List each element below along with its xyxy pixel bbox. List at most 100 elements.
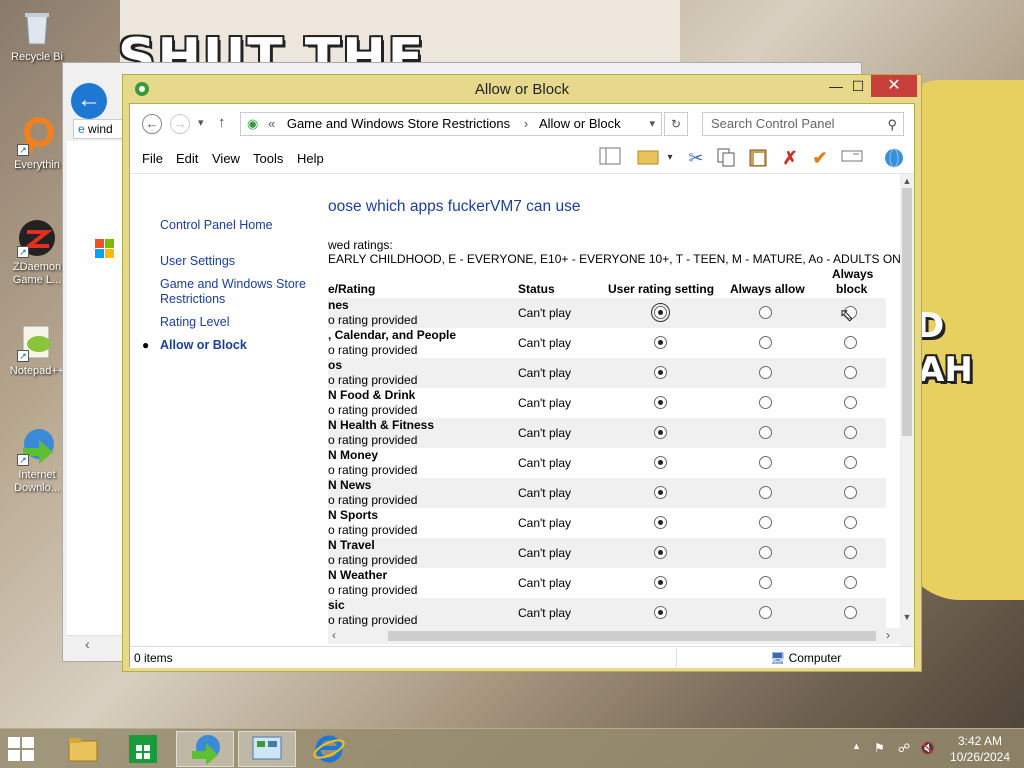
menu-view[interactable]: View [212,151,240,166]
radio-always-block[interactable] [844,516,857,529]
back-button[interactable]: ← [142,114,162,134]
radio-always-allow[interactable] [759,456,772,469]
radio-user-rating-setting[interactable] [654,426,667,439]
radio-always-allow[interactable] [759,426,772,439]
column-header-name[interactable]: e/Rating [328,282,375,296]
desktop-icon-everything[interactable]: ↗ Everythin [4,116,70,172]
column-header-user-rating[interactable]: User rating setting [608,282,714,296]
search-input[interactable]: Search Control Panel ⚲ [702,112,904,136]
address-dropdown[interactable]: ▾ [649,113,655,135]
globe-icon[interactable] [882,147,906,169]
radio-always-block[interactable] [844,336,857,349]
desktop-icon-zdaemon[interactable]: ↗ ZDaemon Game L... [4,218,70,287]
maximize-button[interactable]: ☐ [845,75,871,97]
browser-hscroll-left[interactable]: ‹ [67,635,127,653]
folder-options-icon[interactable] [636,147,660,169]
vertical-scroll-thumb[interactable] [902,188,912,436]
properties-check-icon[interactable]: ✔ [808,147,832,169]
scroll-up-arrow[interactable]: ▲ [900,176,914,186]
radio-user-rating-setting[interactable] [654,576,667,589]
delete-icon[interactable]: ✗ [778,147,802,169]
paste-icon[interactable] [746,147,770,169]
taskbar-clock[interactable]: 3:42 AM 10/26/2024 [944,733,1016,765]
forward-button[interactable]: → [170,114,190,134]
scroll-down-arrow[interactable]: ▼ [900,612,914,622]
radio-always-allow[interactable] [759,396,772,409]
radio-user-rating-setting[interactable] [654,336,667,349]
radio-always-allow[interactable] [759,486,772,499]
radio-user-rating-setting[interactable] [654,546,667,559]
radio-user-rating-setting[interactable] [654,516,667,529]
show-hidden-icons-button[interactable]: ▲ [852,741,861,751]
action-center-flag-icon[interactable]: ⚑ [874,741,885,755]
refresh-button[interactable]: ↻ [664,112,688,136]
menu-edit[interactable]: Edit [176,151,198,166]
cut-icon[interactable]: ✂ [684,147,708,169]
up-button[interactable]: ↑ [218,114,226,131]
radio-always-allow[interactable] [759,366,772,379]
horizontal-scrollbar[interactable]: ‹ › [328,628,900,644]
radio-always-allow[interactable] [759,576,772,589]
view-options-dropdown[interactable]: ▾ [658,147,682,169]
link-user-settings[interactable]: User Settings [160,254,235,269]
radio-user-rating-setting[interactable] [654,456,667,469]
radio-always-block[interactable] [844,366,857,379]
radio-user-rating-setting[interactable] [654,366,667,379]
desktop-icon-notepadpp[interactable]: ↗ Notepad++ [4,322,70,378]
menu-tools[interactable]: Tools [253,151,283,166]
column-header-always-block[interactable]: Always [832,267,873,281]
radio-always-allow[interactable] [759,306,772,319]
taskbar-internet-explorer[interactable] [300,731,358,767]
radio-always-allow[interactable] [759,606,772,619]
taskbar-file-explorer[interactable] [54,731,112,767]
radio-always-block[interactable] [844,426,857,439]
menu-file[interactable]: File [142,151,163,166]
radio-always-block[interactable] [844,486,857,499]
address-bar[interactable]: ◉ « Game and Windows Store Restrictions … [240,112,662,136]
radio-always-block[interactable] [844,396,857,409]
taskbar-windows-store[interactable] [114,731,172,767]
radio-user-rating-setting[interactable] [654,606,667,619]
desktop-icon-recycle-bin[interactable]: Recycle Bi [4,8,70,64]
title-bar[interactable]: Allow or Block — ☐ ✕ [123,75,921,103]
radio-user-rating-setting[interactable] [651,303,670,322]
rename-icon[interactable] [840,147,864,169]
taskbar-idm[interactable] [176,731,234,767]
app-status: Can't play [518,546,571,560]
menu-help[interactable]: Help [297,151,324,166]
horizontal-scroll-thumb[interactable] [388,631,876,641]
breadcrumb-allow-or-block[interactable]: Allow or Block [539,116,621,131]
column-header-status[interactable]: Status [518,282,555,296]
breadcrumb-overflow[interactable]: « [268,116,275,131]
radio-always-allow[interactable] [759,516,772,529]
start-button[interactable] [8,737,36,763]
radio-always-allow[interactable] [759,546,772,559]
column-header-always-block-2[interactable]: block [836,282,867,296]
desktop-icon-idm[interactable]: ↗ Internet Downlo... [4,426,70,495]
link-control-panel-home[interactable]: Control Panel Home [160,218,273,233]
recent-pages-dropdown[interactable]: ▾ [198,116,204,129]
browser-back-button[interactable]: ← [71,83,107,119]
radio-always-block[interactable] [844,546,857,559]
scroll-left-arrow[interactable]: ‹ [332,628,336,642]
vertical-scrollbar[interactable]: ▲ ▼ [900,174,914,646]
radio-always-block[interactable] [844,606,857,619]
scroll-right-arrow[interactable]: › [886,628,890,642]
taskbar-control-panel[interactable] [238,731,296,767]
copy-icon[interactable] [714,147,738,169]
close-button[interactable]: ✕ [871,75,917,97]
link-allow-or-block[interactable]: Allow or Block [160,338,247,353]
breadcrumb-game-restrictions[interactable]: Game and Windows Store Restrictions [287,116,510,131]
radio-always-block[interactable] [844,456,857,469]
radio-user-rating-setting[interactable] [654,486,667,499]
network-icon[interactable]: ☍ [898,741,910,755]
link-rating-level[interactable]: Rating Level [160,315,230,330]
link-game-restrictions[interactable]: Game and Windows Store Restrictions [160,277,310,307]
radio-always-allow[interactable] [759,336,772,349]
radio-always-block[interactable] [844,576,857,589]
volume-muted-icon[interactable]: 🔇 [920,741,935,755]
radio-user-rating-setting[interactable] [654,396,667,409]
column-header-always-allow[interactable]: Always allow [730,282,805,296]
layout-pane-icon[interactable] [598,147,622,169]
allow-or-block-window[interactable]: Allow or Block — ☐ ✕ ← → ▾ ↑ ◉ « Game an… [122,74,922,672]
